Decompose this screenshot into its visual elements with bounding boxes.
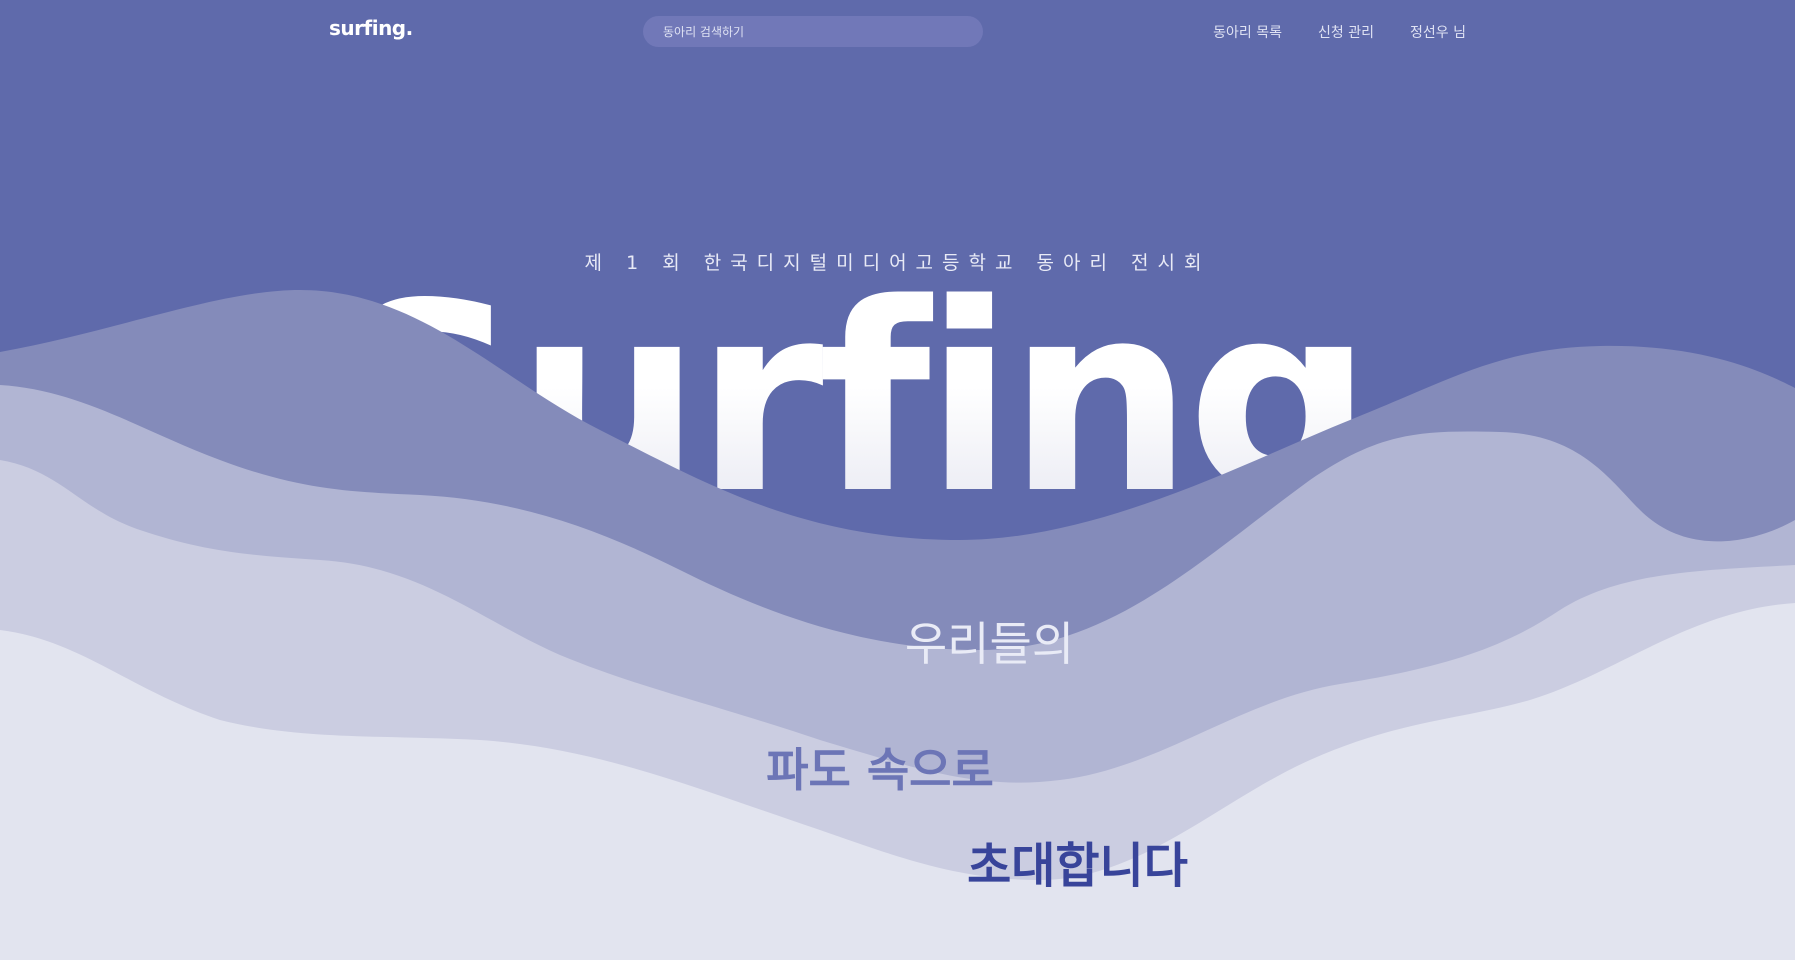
hero-line-3: 초대합니다 [967,838,1188,894]
hero-line-2: 파도 속으로 [766,743,994,797]
wave-background [0,290,1795,960]
nav-application-management[interactable]: 신청 관리 [1318,22,1374,42]
nav-club-list[interactable]: 동아리 목록 [1213,22,1282,42]
top-navbar: surfing. 동아리 목록 신청 관리 정선우 님 [0,0,1795,64]
search-input[interactable] [663,24,963,39]
nav-user-profile[interactable]: 정선우 님 [1410,22,1466,42]
hero-line-1: 우리들의 [904,617,1075,671]
nav-menu: 동아리 목록 신청 관리 정선우 님 [1213,22,1466,42]
search-bar[interactable] [643,16,983,47]
page: surfing. 동아리 목록 신청 관리 정선우 님 제 1 회 한국디지털미… [0,0,1795,960]
logo-link[interactable]: surfing. [329,16,413,40]
